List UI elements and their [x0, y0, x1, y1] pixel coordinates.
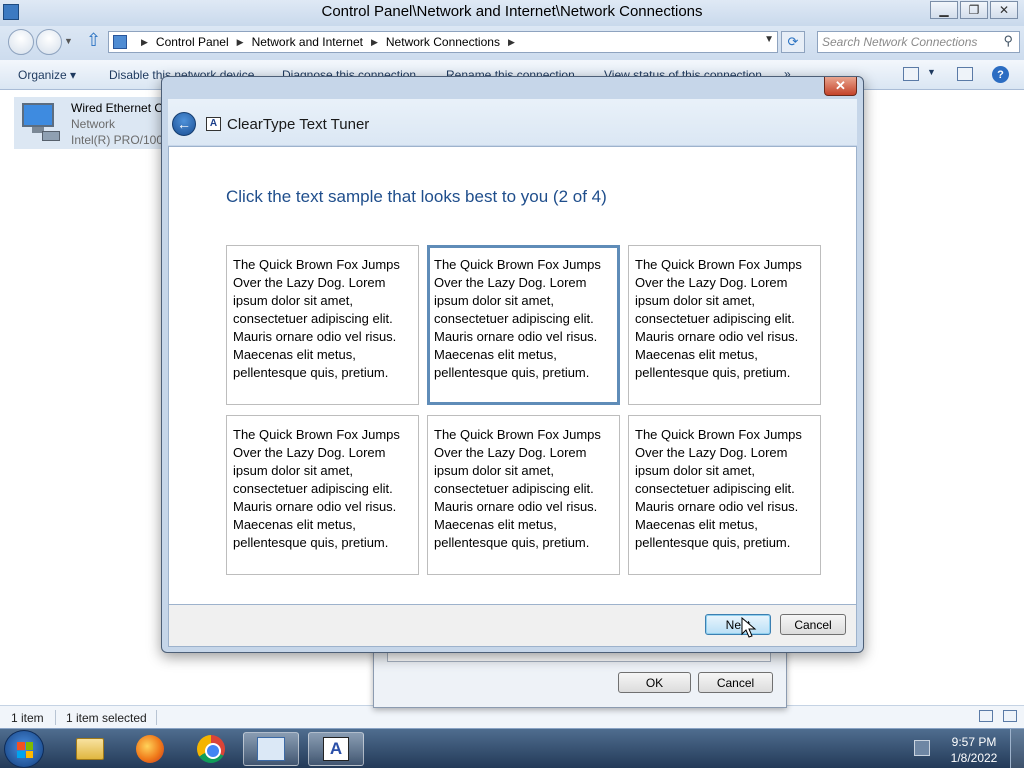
window-controls: ▁ ❐ ✕	[930, 1, 1018, 19]
selection-count: 1 item selected	[66, 711, 147, 725]
forward-button[interactable]	[36, 29, 62, 55]
chevron-right-icon[interactable]: ▶	[237, 37, 244, 48]
clock-time: 9:57 PM	[951, 735, 997, 749]
cancel-button[interactable]: Cancel	[698, 672, 773, 693]
preview-pane-icon[interactable]	[957, 67, 973, 81]
view-dropdown-icon[interactable]: ▼	[927, 67, 936, 77]
text-sample-4[interactable]: The Quick Brown Fox Jumps Over the Lazy …	[226, 415, 419, 575]
sample-text: The Quick Brown Fox Jumps Over the Lazy …	[635, 427, 802, 550]
breadcrumb-control-panel[interactable]: Control Panel	[156, 35, 229, 49]
chevron-right-icon[interactable]: ▶	[508, 37, 515, 48]
taskbar-chrome[interactable]	[183, 732, 239, 766]
cleartype-icon: A	[323, 737, 349, 761]
taskbar-control-panel[interactable]	[243, 732, 299, 766]
network-tray-icon[interactable]	[914, 740, 930, 756]
breadcrumb-network-connections[interactable]: Network Connections	[386, 35, 500, 49]
mouse-cursor-icon	[741, 617, 757, 638]
instruction-heading: Click the text sample that looks best to…	[226, 187, 607, 206]
sample-text: The Quick Brown Fox Jumps Over the Lazy …	[434, 427, 601, 550]
status-bar: 1 item 1 item selected	[0, 705, 1024, 728]
chevron-right-icon[interactable]: ▶	[141, 37, 148, 48]
folder-icon	[76, 738, 104, 760]
text-sample-6[interactable]: The Quick Brown Fox Jumps Over the Lazy …	[628, 415, 821, 575]
refresh-button[interactable]: ⟳	[781, 31, 805, 53]
close-button[interactable]: ✕	[990, 1, 1018, 19]
search-box[interactable]: ⚲	[817, 31, 1020, 53]
recent-pages-dropdown-icon[interactable]: ▼	[64, 36, 73, 46]
search-icon[interactable]: ⚲	[1003, 33, 1013, 49]
firefox-icon	[136, 735, 164, 763]
next-button[interactable]: Next	[705, 614, 771, 635]
text-sample-3[interactable]: The Quick Brown Fox Jumps Over the Lazy …	[628, 245, 821, 405]
cancel-button[interactable]: Cancel	[780, 614, 846, 635]
control-panel-icon	[257, 737, 285, 761]
cleartype-dialog: ✕ ← A ClearType Text Tuner Click the tex…	[161, 76, 864, 653]
text-sample-2[interactable]: The Quick Brown Fox Jumps Over the Lazy …	[427, 245, 620, 405]
address-bar[interactable]: ▶ Control Panel ▶ Network and Internet ▶…	[108, 31, 778, 53]
connection-details: Wired Ethernet C Network Intel(R) PRO/10…	[71, 100, 170, 148]
taskbar-firefox[interactable]	[122, 732, 178, 766]
details-view-icon[interactable]	[979, 710, 993, 722]
connection-status: Network	[71, 117, 116, 131]
help-icon[interactable]: ?	[992, 66, 1009, 83]
back-button[interactable]	[8, 29, 34, 55]
organize-menu[interactable]: Organize ▾	[18, 68, 76, 82]
address-dropdown-icon[interactable]: ▼	[764, 34, 774, 45]
window-titlebar: Control Panel\Network and Internet\Netwo…	[0, 0, 1024, 26]
breadcrumb-network-and-internet[interactable]: Network and Internet	[252, 35, 363, 49]
dialog-title: ClearType Text Tuner	[227, 116, 370, 133]
system-clock[interactable]: 9:57 PM 1/8/2022	[944, 734, 1004, 766]
up-arrow-icon[interactable]: ⇧	[86, 30, 101, 51]
back-arrow-icon[interactable]: ←	[172, 112, 196, 136]
chevron-right-icon[interactable]: ▶	[371, 37, 378, 48]
large-icons-view-icon[interactable]	[1003, 710, 1017, 722]
item-count: 1 item	[11, 711, 44, 725]
change-view-icon[interactable]	[903, 67, 919, 81]
breadcrumb: ▶ Control Panel ▶ Network and Internet ▶…	[113, 35, 523, 49]
text-sample-5[interactable]: The Quick Brown Fox Jumps Over the Lazy …	[427, 415, 620, 575]
close-icon[interactable]: ✕	[824, 77, 857, 96]
taskbar: A 9:57 PM 1/8/2022	[0, 728, 1024, 768]
maximize-button[interactable]: ❐	[960, 1, 988, 19]
text-sample-1[interactable]: The Quick Brown Fox Jumps Over the Lazy …	[226, 245, 419, 405]
sample-text: The Quick Brown Fox Jumps Over the Lazy …	[233, 427, 400, 550]
taskbar-explorer[interactable]	[62, 732, 118, 766]
clock-date: 1/8/2022	[950, 751, 998, 765]
control-panel-icon	[113, 35, 127, 49]
network-adapter-icon	[18, 101, 62, 143]
search-input[interactable]	[822, 34, 992, 50]
window-title: Control Panel\Network and Internet\Netwo…	[321, 3, 703, 20]
show-desktop-button[interactable]	[1010, 729, 1024, 768]
start-button[interactable]	[4, 730, 44, 768]
minimize-button[interactable]: ▁	[930, 1, 958, 19]
ok-button[interactable]: OK	[618, 672, 691, 693]
dialog-header: ← A ClearType Text Tuner	[168, 99, 857, 145]
taskbar-cleartype[interactable]: A	[308, 732, 364, 766]
cleartype-icon: A	[206, 117, 221, 131]
chrome-icon	[197, 735, 225, 763]
sample-text: The Quick Brown Fox Jumps Over the Lazy …	[434, 257, 601, 380]
connection-device: Intel(R) PRO/1000	[71, 133, 170, 147]
connection-name: Wired Ethernet C	[71, 101, 164, 115]
sample-text: The Quick Brown Fox Jumps Over the Lazy …	[233, 257, 400, 380]
windows-logo-icon	[17, 742, 33, 758]
address-row: ▼ ⇧ ▶ Control Panel ▶ Network and Intern…	[0, 26, 1024, 60]
sample-text: The Quick Brown Fox Jumps Over the Lazy …	[635, 257, 802, 380]
dialog-content: Click the text sample that looks best to…	[168, 146, 857, 605]
